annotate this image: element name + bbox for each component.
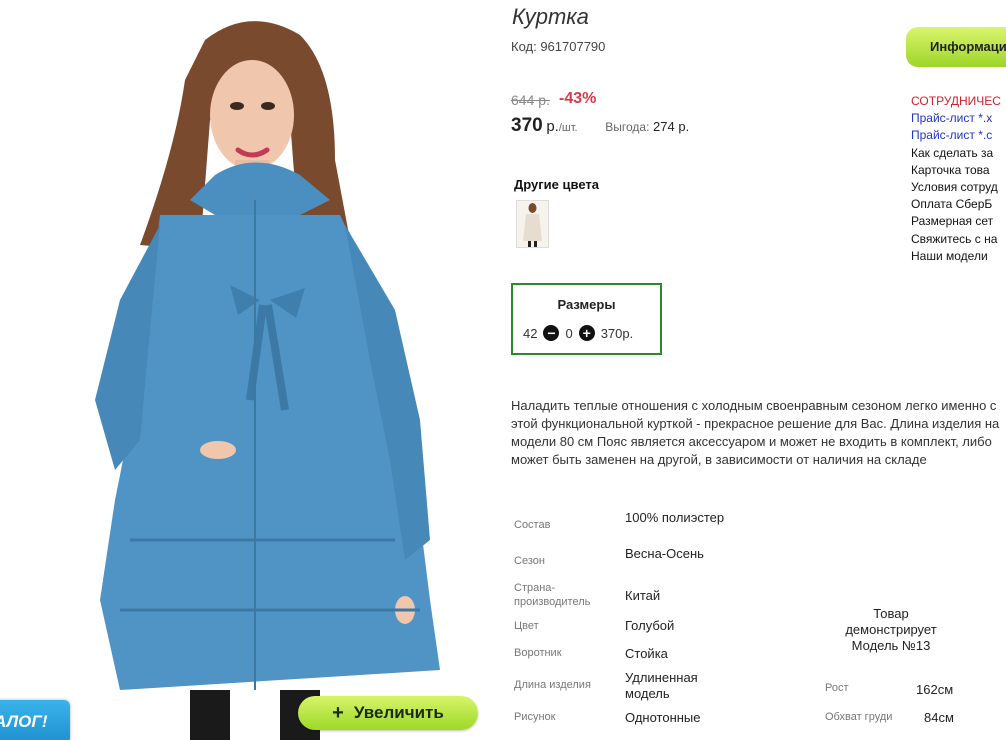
sidebar-link-product-card[interactable]: Карточка това (911, 162, 1006, 179)
product-photo[interactable]: АЛОГ! + Увеличить (0, 0, 490, 740)
sidebar-link-how-to-order[interactable]: Как сделать за (911, 145, 1006, 162)
size-row: 42 − 0 + 370р. (523, 325, 633, 341)
product-code: Код: 961707790 (511, 39, 606, 54)
zoom-button[interactable]: + Увеличить (298, 696, 478, 730)
plus-icon: + (332, 702, 344, 724)
spec-label: Воротник (514, 647, 562, 659)
model-height-label: Рост (825, 682, 849, 694)
model-chest-value: 84см (924, 710, 954, 725)
current-price: 370 (511, 115, 543, 136)
spec-label: Рисунок (514, 711, 556, 723)
minus-circle-icon[interactable]: − (543, 325, 560, 341)
info-button[interactable]: Информаци (906, 27, 1006, 67)
sidebar-link-pricelist-xls[interactable]: Прайс-лист *.x (911, 110, 1006, 127)
sidebar-link-pricelist-csv[interactable]: Прайс-лист *.c (911, 127, 1006, 144)
spec-value: Китай (625, 588, 661, 603)
sizes-title: Размеры (557, 297, 616, 312)
price-row: 370 р./шт. Выгода: 274 р. (511, 115, 689, 137)
benefit-label: Выгода: (605, 120, 650, 134)
discount-badge: -43% (559, 90, 597, 107)
other-colors-title: Другие цвета (514, 177, 599, 192)
spec-label: Состав (514, 519, 551, 531)
sidebar-link-our-models[interactable]: Наши модели (911, 248, 1006, 265)
sidebar-link-contact[interactable]: Свяжитесь с на (911, 231, 1006, 248)
sidebar-links: СОТРУДНИЧЕС Прайс-лист *.x Прайс-лист *.… (911, 93, 1006, 265)
spec-value: Однотонные (625, 710, 701, 725)
model-jacket-illustration (95, 21, 440, 740)
product-title: Куртка (512, 4, 589, 29)
spec-label: Страна-производитель (514, 582, 591, 608)
catalog-tab[interactable]: АЛОГ! (0, 700, 70, 740)
spec-label: Цвет (514, 620, 539, 632)
price-currency: р. (546, 118, 559, 135)
price-unit: /шт. (558, 122, 578, 134)
spec-label: Длина изделия (514, 679, 591, 691)
spec-value: Голубой (625, 618, 675, 633)
model-title: Товар демонстрирует Модель №13 (845, 606, 937, 653)
model-chest-label: Обхват груди (825, 711, 893, 723)
color-variant-thumbnail[interactable] (516, 200, 549, 248)
sidebar-link-terms[interactable]: Условия сотруд (911, 179, 1006, 196)
spec-value: 100% полиэстер (625, 510, 725, 525)
quantity-value: 0 (565, 325, 573, 341)
sizes-box: Размеры 42 − 0 + 370р. (511, 283, 662, 355)
beige-jacket-thumbnail-image (517, 201, 548, 247)
size-price: 370р. (600, 325, 634, 341)
plus-circle-icon[interactable]: + (578, 325, 595, 341)
product-description: Наладить теплые отношения с холодным сво… (511, 398, 1000, 467)
old-price: 644 р. (511, 92, 550, 108)
sidebar-link-payment[interactable]: Оплата СберБ (911, 196, 1006, 213)
model-height-value: 162см (916, 682, 954, 697)
benefit-value: 274 р. (653, 119, 690, 134)
sidebar-link-size-chart[interactable]: Размерная сет (911, 213, 1006, 230)
zoom-button-label: Увеличить (353, 703, 444, 722)
sidebar-link-cooperation[interactable]: СОТРУДНИЧЕС (911, 93, 1006, 110)
spec-label: Сезон (514, 555, 545, 567)
spec-value: Стойка (625, 646, 668, 661)
spec-value: Весна-Осень (625, 546, 704, 561)
size-value: 42 (523, 325, 538, 341)
spec-value: Удлиненная модель (625, 670, 698, 701)
